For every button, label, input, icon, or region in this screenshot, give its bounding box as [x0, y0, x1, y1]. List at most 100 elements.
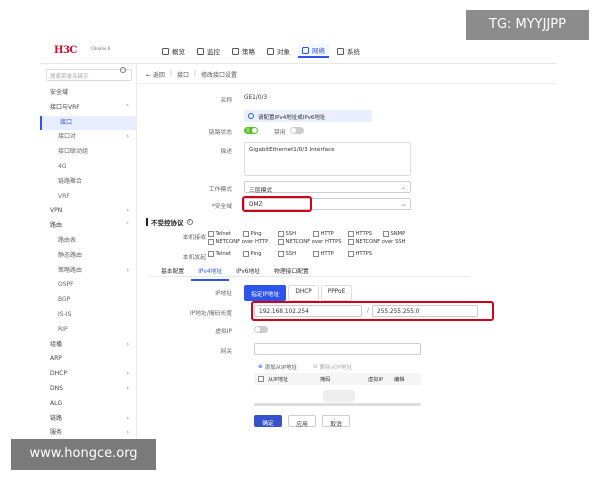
protocol-checkbox[interactable]: SNMP: [383, 231, 418, 237]
protocol-checkbox[interactable]: SSH: [278, 251, 313, 257]
breadcrumb-interface[interactable]: 接口: [177, 70, 189, 79]
sidebar-menu: 安全域 接口与VRF ˅ 接口 接口对 › 接口联动组 4G 链路聚合 VRF VPN › 路由 ˅ 路由表…: [40, 86, 137, 441]
protocol-checkbox[interactable]: HTTP: [313, 251, 348, 257]
checkbox-box[interactable]: [348, 251, 354, 257]
checkbox-box[interactable]: [243, 251, 249, 257]
ip-mask-label: IP地址/掩码长度: [190, 311, 232, 317]
sidebar-item-label: ARP: [50, 355, 62, 363]
checkbox-box[interactable]: [348, 239, 354, 245]
sidebar-item-label: IS-IS: [58, 310, 72, 318]
tab-basic[interactable]: 基本配置: [154, 263, 191, 281]
checkbox-box[interactable]: [313, 251, 319, 257]
tab-ipv6[interactable]: IPv6地址: [229, 263, 267, 281]
main-nav: 概览 监控 策略 对象 网络 系统: [158, 44, 368, 58]
nav-policy[interactable]: 策略: [228, 44, 259, 58]
description-textarea[interactable]: GigabitEthernet1/0/3 Interface: [244, 142, 411, 176]
sidebar-item[interactable]: 接口: [40, 115, 137, 131]
sidebar-item[interactable]: OSPF: [40, 278, 137, 293]
virtual-ip-toggle[interactable]: [254, 326, 268, 333]
sidebar-item[interactable]: 接口对 ›: [40, 130, 137, 145]
nav-label: 对象: [277, 48, 290, 56]
protocol-checkbox[interactable]: Telnet: [208, 231, 243, 237]
sidebar-item[interactable]: 策略路由 ›: [40, 264, 137, 279]
back-link[interactable]: ← 返回: [146, 70, 165, 79]
sidebar-item[interactable]: 链路 ›: [40, 412, 137, 427]
checkbox-box[interactable]: [278, 239, 284, 245]
nav-overview[interactable]: 概览: [158, 44, 189, 58]
sidebar-item[interactable]: 路由表: [40, 234, 137, 249]
sidebar-item[interactable]: DHCP ›: [40, 367, 137, 382]
protocol-checkbox[interactable]: HTTPS: [348, 231, 383, 237]
search-icon[interactable]: [120, 67, 126, 73]
protocol-checkbox[interactable]: SSH: [278, 231, 313, 237]
nav-network[interactable]: 网络: [298, 44, 329, 58]
sidebar-item[interactable]: 4G: [40, 160, 137, 175]
checkbox-box[interactable]: [208, 239, 214, 245]
sidebar-item[interactable]: VRF: [40, 190, 137, 205]
protocol-checkbox[interactable]: NETCONF over HTTPS: [278, 239, 348, 245]
cancel-button[interactable]: 取消: [322, 415, 350, 428]
sidebar-item[interactable]: 链路聚合: [40, 175, 137, 190]
checkbox-box[interactable]: [208, 251, 214, 257]
checkbox-box[interactable]: [208, 231, 214, 237]
checkbox-box[interactable]: [278, 251, 284, 257]
tab-ipv4[interactable]: IPv4地址: [191, 263, 230, 281]
nav-label: 网络: [312, 47, 325, 55]
sidebar-item[interactable]: 安全域: [40, 86, 137, 101]
work-mode-select[interactable]: 三层模式 ⌄: [244, 181, 411, 194]
sidebar-item[interactable]: ARP: [40, 352, 137, 367]
sidebar-item[interactable]: 组播 ›: [40, 338, 137, 353]
disable-toggle[interactable]: [290, 127, 304, 134]
menu-search-input[interactable]: 搜索菜单关键字: [46, 69, 132, 81]
toggle-knob: [291, 128, 296, 133]
sidebar-item-label: 服务: [50, 429, 63, 437]
checkbox-box[interactable]: [278, 231, 284, 237]
protocol-checkbox[interactable]: NETCONF over SSH: [348, 239, 418, 245]
sidebar-item[interactable]: 接口与VRF ˅: [40, 101, 137, 116]
delete-secondary-ip[interactable]: ⊟ 删除从IP地址: [313, 363, 352, 371]
ok-button[interactable]: 确定: [254, 415, 282, 427]
link-state-label: 链路状态: [208, 130, 232, 136]
sidebar-item[interactable]: BGP: [40, 293, 137, 308]
sidebar-item-label: 路由表: [58, 236, 77, 244]
sidebar-item[interactable]: DNS ›: [40, 382, 137, 397]
help-icon[interactable]: ?: [186, 219, 193, 225]
checkbox-box[interactable]: [313, 231, 319, 237]
h3c-logo: H3C: [54, 45, 77, 56]
checkbox-box[interactable]: [348, 231, 354, 237]
link-state-toggle[interactable]: 开: [244, 127, 258, 134]
mode-static-ip[interactable]: 指定IP地址: [244, 285, 287, 301]
send-protocols: Telnet Ping SSH HTTP HTTPS: [208, 251, 418, 259]
protocol-checkbox[interactable]: HTTP: [313, 231, 348, 237]
sidebar-item[interactable]: 接口联动组: [40, 145, 137, 160]
sidebar-item[interactable]: ALG: [40, 397, 137, 412]
nav-monitor[interactable]: 监控: [193, 44, 224, 58]
sidebar-item-label: DNS: [50, 384, 63, 392]
breadcrumb-separator: |: [169, 70, 172, 77]
sidebar-item[interactable]: 路由 ˅: [40, 219, 137, 234]
select-all-checkbox[interactable]: [258, 376, 264, 382]
checkbox-box[interactable]: [383, 231, 389, 237]
add-secondary-ip[interactable]: ⊕ 添加从IP地址: [258, 363, 297, 371]
mode-dhcp[interactable]: DHCP: [288, 285, 319, 301]
protocol-checkbox[interactable]: NETCONF over HTTP: [208, 239, 278, 245]
mode-pppoe[interactable]: PPPoE: [320, 285, 353, 301]
gateway-input[interactable]: [254, 343, 421, 355]
protocol-label: Telnet: [215, 251, 231, 257]
checkbox-box[interactable]: [243, 231, 249, 237]
apply-button[interactable]: 应用: [288, 415, 316, 428]
nav-object[interactable]: 对象: [263, 44, 294, 58]
sidebar-item[interactable]: VPN ›: [40, 204, 137, 219]
sidebar-item[interactable]: RIP: [40, 323, 137, 338]
tab-physical[interactable]: 物理接口配置: [267, 263, 316, 281]
sidebar-item[interactable]: 静态路由: [40, 249, 137, 264]
unrestricted-protocols-heading: 不受控协议?: [146, 217, 193, 227]
nav-system[interactable]: 系统: [333, 44, 364, 58]
protocol-checkbox[interactable]: Ping: [243, 231, 278, 237]
protocol-checkbox[interactable]: Ping: [243, 251, 278, 257]
table-scrollbar[interactable]: [254, 403, 421, 406]
sidebar-item[interactable]: IS-IS: [40, 308, 137, 323]
protocol-checkbox[interactable]: HTTPS: [348, 251, 383, 257]
chevron-icon: ›: [126, 384, 129, 392]
protocol-checkbox[interactable]: Telnet: [208, 251, 243, 257]
